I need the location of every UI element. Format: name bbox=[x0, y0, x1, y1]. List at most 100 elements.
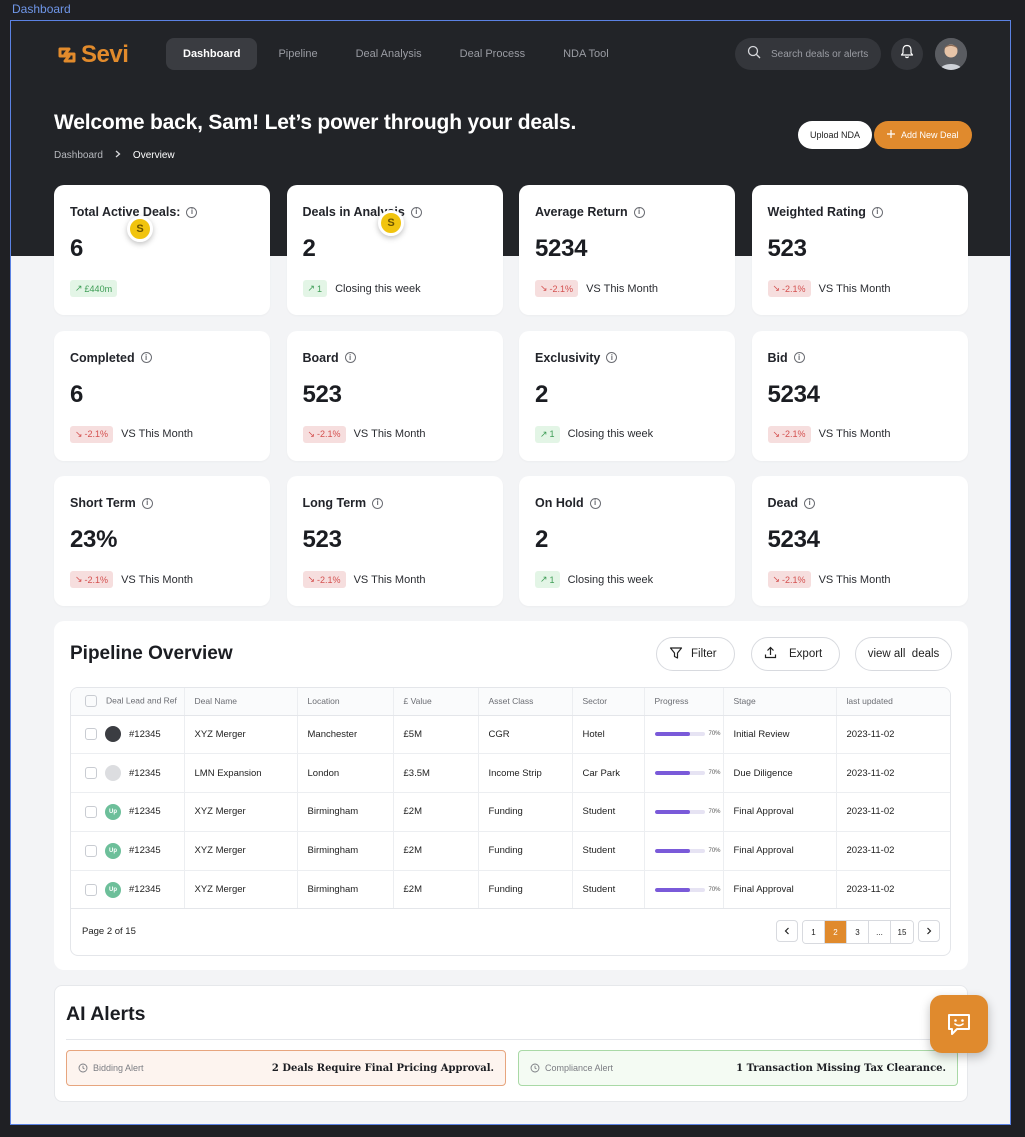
prev-page-button[interactable] bbox=[776, 920, 798, 942]
stat-card-on-hold[interactable]: On Hold i 2 ↗ 1 Closing this week bbox=[519, 476, 735, 606]
deal-lead: Up #12345 bbox=[85, 881, 184, 898]
nav-item-pipeline[interactable]: Pipeline bbox=[261, 38, 334, 70]
nav-item-deal-analysis[interactable]: Deal Analysis bbox=[339, 38, 439, 70]
select-all-checkbox[interactable] bbox=[85, 695, 97, 708]
info-icon[interactable]: i bbox=[140, 352, 152, 363]
bell-icon bbox=[900, 44, 914, 64]
deal-lead-cell: Up #12345 bbox=[71, 870, 185, 910]
info-icon[interactable]: i bbox=[871, 206, 883, 218]
ai-alerts: AI Alerts Bidding Alert 2 Deals Require … bbox=[54, 985, 968, 1102]
next-page-button[interactable] bbox=[918, 920, 940, 942]
cell-asset: Funding bbox=[478, 792, 573, 832]
page-button[interactable]: 2 bbox=[825, 921, 847, 943]
search-input[interactable] bbox=[771, 48, 871, 60]
row-checkbox[interactable] bbox=[85, 844, 97, 857]
column-header-stage[interactable]: Stage bbox=[723, 688, 837, 716]
add-new-deal-button[interactable]: Add New Deal bbox=[874, 121, 972, 149]
info-icon[interactable]: i bbox=[793, 352, 805, 363]
arrow-down-right-icon: ↘ bbox=[75, 428, 83, 439]
table-row[interactable]: #12345 XYZ Merger Manchester £5M CGR Hotel 70%… bbox=[71, 715, 950, 755]
nav-item-nda-tool[interactable]: NDA Tool bbox=[546, 38, 626, 70]
clock-icon bbox=[530, 1063, 540, 1073]
info-icon[interactable]: i bbox=[606, 352, 618, 363]
progress-track bbox=[654, 771, 705, 776]
info-icon[interactable]: i bbox=[589, 497, 601, 509]
stat-card-total-active-deals[interactable]: Total Active Deals: i 6 ↗ £440m bbox=[54, 185, 270, 315]
info-icon[interactable]: i bbox=[410, 206, 422, 218]
trend-value: 1 bbox=[549, 429, 555, 439]
stat-card-completed[interactable]: Completed i 6 ↘ -2.1% VS This Month bbox=[54, 330, 270, 461]
column-header-deal-name[interactable]: Deal Name bbox=[184, 688, 298, 716]
row-checkbox[interactable] bbox=[85, 883, 97, 896]
info-icon[interactable]: i bbox=[633, 206, 645, 218]
info-icon[interactable]: i bbox=[344, 352, 356, 363]
card-value: 5234 bbox=[535, 235, 588, 262]
stat-card-deals-in-analysis[interactable]: Deals in Analysis i 2 ↗ 1 Closing this week bbox=[286, 185, 503, 315]
cell-stage: Due Diligence bbox=[723, 753, 837, 794]
info-icon[interactable]: i bbox=[804, 497, 816, 509]
stat-card-weighted-rating[interactable]: Weighted Rating i 523 ↘ -2.1% VS This Month bbox=[751, 185, 968, 315]
column-header-label: Progress bbox=[654, 696, 689, 707]
progress-fill bbox=[654, 809, 690, 814]
chevron-left-icon bbox=[784, 927, 789, 935]
view-all-deals-button[interactable]: view all deals bbox=[855, 637, 952, 671]
column-header-progress[interactable]: Progress bbox=[644, 688, 724, 716]
nav-item-dashboard[interactable]: Dashboard bbox=[166, 38, 258, 70]
trend-badge: ↘ -2.1% bbox=[535, 280, 579, 297]
nav-item-deal-process[interactable]: Deal Process bbox=[443, 38, 542, 70]
stat-card-bid[interactable]: Bid i 5234 ↘ -2.1% VS This Month bbox=[751, 330, 968, 461]
column-header-last-updated[interactable]: last updated bbox=[836, 688, 950, 716]
progress-cell: 70% bbox=[644, 715, 724, 755]
info-icon[interactable]: i bbox=[372, 497, 384, 509]
stat-card-average-return[interactable]: Average Return i 5234 ↘ -2.1% VS This Month bbox=[519, 185, 735, 315]
column-header-value[interactable]: £ Value bbox=[393, 688, 479, 716]
column-header-asset-class[interactable]: Asset Class bbox=[478, 688, 573, 716]
column-header-label: Sector bbox=[582, 696, 608, 707]
compliance-alert[interactable]: Compliance Alert 1 Transaction Missing T… bbox=[518, 1050, 958, 1086]
info-icon[interactable]: i bbox=[186, 206, 198, 218]
column-header-label: Deal Lead and Ref bbox=[106, 695, 177, 706]
column-header-location[interactable]: Location bbox=[297, 688, 394, 716]
notification-button[interactable] bbox=[891, 38, 923, 70]
table-row[interactable]: Up #12345 XYZ Merger Birmingham £2M Funding St… bbox=[71, 792, 950, 832]
dashboard-frame: Sevi Dashboard Pipeline Deal Analysis Deal … bbox=[10, 20, 1011, 1125]
column-header-sector[interactable]: Sector bbox=[572, 688, 645, 716]
row-checkbox[interactable] bbox=[85, 805, 97, 818]
trend-value: -2.1% bbox=[317, 574, 341, 585]
trend-badge: ↘ -2.1% bbox=[70, 425, 114, 443]
page-button[interactable]: ... bbox=[869, 921, 891, 943]
card-title-text: Average Return bbox=[535, 205, 628, 219]
page-button[interactable]: 3 bbox=[847, 921, 869, 943]
user-avatar[interactable] bbox=[935, 38, 967, 70]
stat-card-long-term[interactable]: Long Term i 523 ↘ -2.1% VS This Month bbox=[286, 476, 503, 606]
stat-card-board[interactable]: Board i 523 ↘ -2.1% VS This Month bbox=[286, 330, 503, 461]
stat-card-exclusivity[interactable]: Exclusivity i 2 ↗ 1 Closing this week bbox=[519, 330, 735, 461]
upload-nda-button[interactable]: Upload NDA bbox=[798, 121, 873, 149]
logo[interactable]: Sevi bbox=[57, 41, 129, 69]
export-button[interactable]: Export bbox=[751, 637, 840, 671]
trend-note: VS This Month bbox=[818, 428, 891, 440]
table-row[interactable]: Up #12345 XYZ Merger Birmingham £2M Funding St… bbox=[71, 831, 950, 871]
table-row[interactable]: #12345 LMN Expansion London £3.5M Income Str… bbox=[71, 753, 950, 794]
stat-card-short-term[interactable]: Short Term i 23% ↘ -2.1% VS This Month bbox=[54, 476, 270, 606]
breadcrumb-overview: Overview bbox=[132, 150, 175, 161]
column-header-deal-lead-and-ref[interactable]: Deal Lead and Ref bbox=[71, 688, 185, 716]
bidding-alert[interactable]: Bidding Alert 2 Deals Require Final Pric… bbox=[66, 1050, 506, 1086]
row-checkbox[interactable] bbox=[85, 728, 97, 741]
row-checkbox[interactable] bbox=[85, 767, 97, 780]
search-bar[interactable] bbox=[735, 38, 881, 70]
info-icon[interactable]: i bbox=[141, 497, 153, 509]
cell-last-updated: 2023-11-02 bbox=[836, 870, 950, 910]
progress-cell: 70% bbox=[644, 753, 724, 794]
page-button[interactable]: 15 bbox=[891, 921, 913, 943]
table-row[interactable]: Up #12345 XYZ Merger Birmingham £2M Funding St… bbox=[71, 870, 950, 910]
filter-button[interactable]: Filter bbox=[656, 637, 735, 671]
page-button[interactable]: 1 bbox=[803, 921, 825, 943]
progress-percent: 70% bbox=[708, 847, 721, 854]
card-footer: ↗ £440m bbox=[70, 280, 118, 297]
stat-card-dead[interactable]: Dead i 5234 ↘ -2.1% VS This Month bbox=[751, 476, 968, 606]
chat-assistant-button[interactable] bbox=[930, 995, 988, 1053]
card-footer: ↘ -2.1% VS This Month bbox=[70, 571, 193, 588]
breadcrumb-dashboard[interactable]: Dashboard bbox=[54, 150, 103, 161]
card-footer: ↘ -2.1% VS This Month bbox=[70, 425, 193, 443]
